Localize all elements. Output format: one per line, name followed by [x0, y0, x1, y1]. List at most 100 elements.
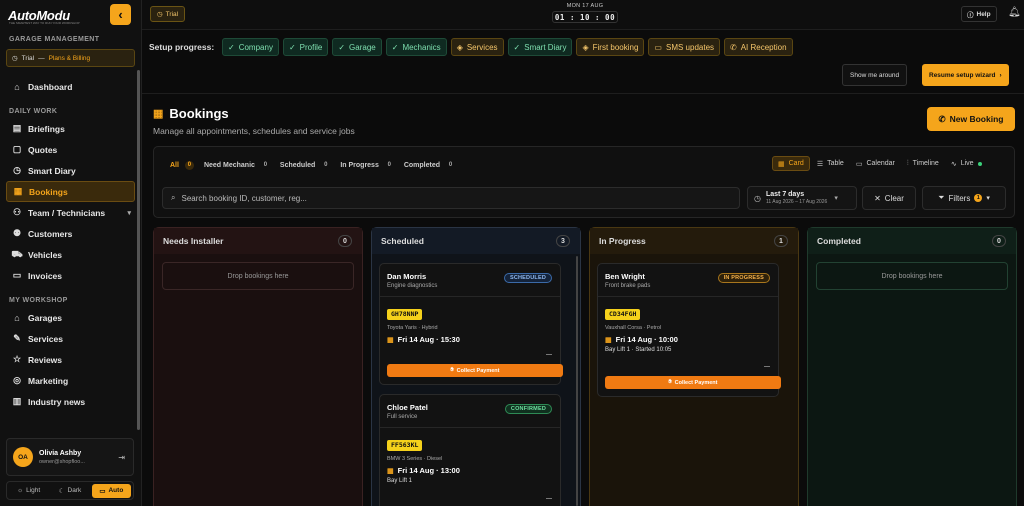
- help-label: Help: [976, 10, 991, 18]
- sidebar-item-team-technicians[interactable]: ⚇ Team / Technicians ▾: [6, 202, 135, 223]
- setup-step-mechanics[interactable]: ✓ Mechanics: [385, 38, 447, 56]
- tab-label: All: [170, 161, 179, 169]
- setup-step-services[interactable]: ◈ Services: [450, 38, 504, 56]
- setup-step-first-booking[interactable]: ◈ First booking: [576, 38, 645, 56]
- setup-step-label: Mechanics: [402, 42, 441, 52]
- setup-step-label: Smart Diary: [524, 42, 567, 52]
- clock-icon: ◷: [754, 193, 761, 203]
- logo-row: AutoModu THE SMARTEST WAY TO RUN YOUR WO…: [0, 0, 141, 30]
- booking-card[interactable]: Ben Wright Front brake pads IN PROGRESS …: [597, 263, 781, 397]
- column-title: Completed: [817, 236, 861, 246]
- more-options-icon[interactable]: [546, 354, 552, 355]
- theme-light-button[interactable]: ☼ Light: [9, 484, 48, 498]
- sidebar-item-quotes[interactable]: ▢ Quotes: [6, 139, 135, 160]
- view-label: Card: [788, 160, 804, 167]
- setup-step-garage[interactable]: ✓ Garage: [332, 38, 382, 56]
- trial-plans-billing-link[interactable]: ◷ Trial — Plans & Billing: [6, 49, 135, 67]
- sidebar-item-smart-diary[interactable]: ◷ Smart Diary: [6, 160, 135, 181]
- view-table[interactable]: ☰ Table: [812, 156, 849, 171]
- sidebar-item-briefings[interactable]: ▤ Briefings: [6, 118, 135, 139]
- more-options-icon[interactable]: [764, 366, 770, 367]
- view-card[interactable]: ▦ Card: [772, 156, 810, 171]
- sidebar-item-invoices[interactable]: ▭ Invoices: [6, 265, 135, 286]
- date-range-picker[interactable]: ◷ Last 7 days 11 Aug 2026 – 17 Aug 2026 …: [747, 186, 857, 210]
- search-input[interactable]: ⌕ Search booking ID, customer, reg...: [162, 187, 740, 209]
- pulse-icon: ∿: [950, 160, 957, 168]
- drop-zone[interactable]: Drop bookings here: [162, 262, 354, 290]
- card-divider: [380, 427, 560, 428]
- setup-step-company[interactable]: ✓ Company: [222, 38, 279, 56]
- sidebar-item-marketing[interactable]: ◎ Marketing: [6, 370, 135, 391]
- sidebar-item-dashboard[interactable]: ⌂ Dashboard: [6, 76, 135, 97]
- view-calendar[interactable]: ▭ Calendar: [851, 156, 900, 171]
- clear-button[interactable]: ✕ Clear: [862, 186, 916, 210]
- sidebar-item-label: Quotes: [28, 144, 58, 155]
- sidebar-item-customers[interactable]: ⚉ Customers: [6, 223, 135, 244]
- booking-card[interactable]: Dan Morris Engine diagnostics SCHEDULED …: [379, 263, 563, 385]
- calendar-icon: ▭: [855, 160, 863, 168]
- star-icon: ☆: [12, 354, 22, 364]
- sidebar-item-label: Customers: [28, 228, 73, 239]
- setup-step-ai-reception[interactable]: ✆ AI Reception: [724, 38, 793, 56]
- tab-in-progress[interactable]: In Progress 0: [340, 158, 394, 172]
- theme-dark-button[interactable]: ☾ Dark: [50, 484, 89, 498]
- more-options-icon[interactable]: [546, 498, 552, 499]
- tab-label: Need Mechanic: [203, 161, 255, 169]
- drop-zone[interactable]: Drop bookings here: [816, 262, 1008, 290]
- trial-pill[interactable]: ◷ Trial: [150, 6, 186, 22]
- bell-icon[interactable]: 🔔︎: [1008, 7, 1021, 18]
- setup-step-label: First booking: [592, 42, 639, 52]
- setup-step-label: Garage: [349, 42, 376, 52]
- booking-card[interactable]: Chloe Patel Full service CONFIRMED FF563…: [379, 394, 561, 506]
- column-scrollbar[interactable]: [576, 256, 578, 506]
- tab-all[interactable]: All 0: [170, 158, 194, 172]
- collapse-sidebar-button[interactable]: ‹: [110, 4, 131, 25]
- sidebar-item-services[interactable]: ✎ Services: [6, 328, 135, 349]
- search-placeholder: Search booking ID, customer, reg...: [181, 193, 307, 203]
- view-label: Timeline: [912, 160, 939, 167]
- tab-completed[interactable]: Completed 0: [404, 158, 455, 172]
- tab-need-mechanic[interactable]: Need Mechanic 0: [204, 158, 270, 172]
- tab-label: Completed: [403, 161, 441, 169]
- show-me-around-button[interactable]: Show me around: [842, 64, 908, 86]
- setup-step-label: Company: [238, 42, 273, 52]
- filters-button[interactable]: ⏷ Filters 1 ▾: [922, 186, 1006, 210]
- card-divider: [598, 296, 778, 297]
- sidebar-item-label: Industry news: [28, 396, 86, 407]
- logo-tagline: THE SMARTEST WAY TO RUN YOUR WORKSHOP: [9, 21, 80, 25]
- collect-payment-button[interactable]: ✋︎ Collect Payment: [605, 376, 781, 389]
- view-live[interactable]: ∿ Live: [946, 156, 987, 171]
- home-icon: ⌂: [14, 81, 20, 92]
- close-icon: ✕: [874, 193, 881, 203]
- view-switcher: ▦ Card ☰ Table ▭ Calendar ⫶ Timeline ∿ Live: [772, 156, 987, 171]
- tab-scheduled[interactable]: Scheduled 0: [280, 158, 330, 172]
- theme-auto-button[interactable]: ▭ Auto: [91, 483, 131, 498]
- clock-time: 01 : 10 : 00: [552, 11, 618, 23]
- view-timeline[interactable]: ⫶ Timeline: [902, 156, 944, 171]
- wrench-icon: ✎: [13, 333, 21, 343]
- sidebar-item-label: Team / Technicians: [28, 207, 106, 218]
- page-title-text: Bookings: [169, 106, 229, 121]
- sidebar-item-industry-news[interactable]: ▥ Industry news: [6, 391, 135, 412]
- sidebar-item-reviews[interactable]: ☆ Reviews: [6, 349, 135, 370]
- sidebar-item-bookings[interactable]: ▦ Bookings: [6, 181, 135, 202]
- user-card[interactable]: OA Olivia Ashby owner@shopfloo... ⇥: [6, 438, 134, 476]
- collect-payment-label: Collect Payment: [456, 367, 500, 374]
- setup-step-profile[interactable]: ✓ Profile: [282, 38, 329, 56]
- logout-icon[interactable]: ⇥: [118, 453, 125, 462]
- new-booking-label: New Booking: [949, 114, 1004, 124]
- setup-step-smart-diary[interactable]: ✓ Smart Diary: [507, 38, 573, 56]
- bay-info: Bay Lift 1 · Started 10:05: [605, 347, 672, 353]
- tab-count: 0: [263, 162, 268, 168]
- sidebar-item-vehicles[interactable]: ⛟ Vehicles: [6, 244, 135, 265]
- resume-setup-wizard-button[interactable]: Resume setup wizard ›: [922, 64, 1009, 86]
- check-icon: ✓: [391, 42, 399, 52]
- phone-icon: ✆: [938, 113, 946, 124]
- reg-plate: FF563KL: [387, 440, 423, 451]
- new-booking-button[interactable]: ✆ New Booking: [927, 107, 1015, 131]
- help-button[interactable]: ⓘ Help: [961, 6, 997, 22]
- collect-payment-button[interactable]: ✋︎ Collect Payment: [387, 364, 563, 377]
- sidebar-item-garages[interactable]: ⌂ Garages: [6, 307, 135, 328]
- sidebar-scrollbar[interactable]: [137, 70, 140, 430]
- setup-step-sms-updates[interactable]: ▭ SMS updates: [648, 38, 721, 56]
